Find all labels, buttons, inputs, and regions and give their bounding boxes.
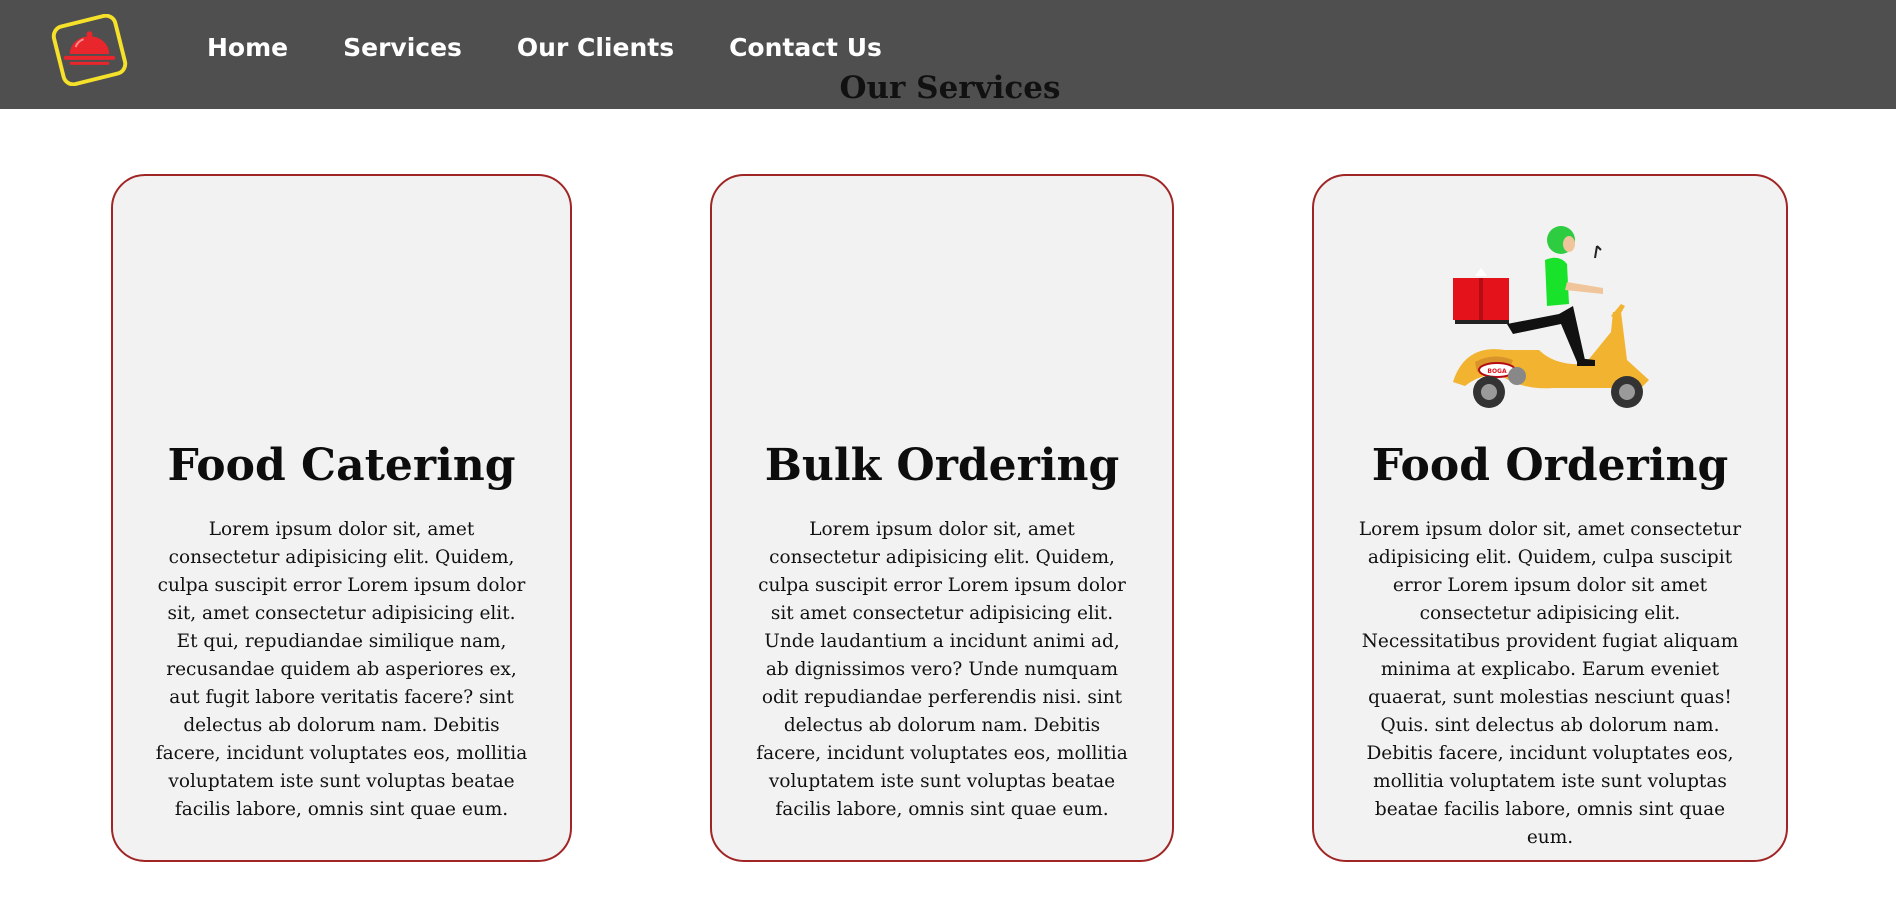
card-description: Lorem ipsum dolor sit, amet consectetur … — [155, 519, 528, 820]
service-card-food-catering: Food Catering Lorem ipsum dolor sit, ame… — [111, 174, 572, 862]
card-title: Food Catering — [167, 440, 516, 491]
service-card-food-ordering: BOGA Food Ordering Lorem ipsum dolor sit… — [1312, 174, 1788, 862]
card-title: Food Ordering — [1371, 440, 1729, 491]
nav-link-our-clients[interactable]: Our Clients — [517, 33, 674, 62]
section-title: Our Services — [839, 70, 1061, 106]
svg-text:BOGA: BOGA — [1487, 368, 1507, 375]
card-title: Bulk Ordering — [764, 440, 1120, 491]
service-card-bulk-ordering: Bulk Ordering Lorem ipsum dolor sit, ame… — [710, 174, 1174, 862]
card-description: Lorem ipsum dolor sit, amet consectetur … — [1358, 519, 1742, 848]
card-description: Lorem ipsum dolor sit, amet consectetur … — [756, 519, 1128, 820]
main-nav: Home Services Our Clients Contact Us — [207, 33, 882, 62]
nav-link-home[interactable]: Home — [207, 33, 288, 62]
delivery-scooter-rider-icon: BOGA — [1453, 226, 1649, 408]
nav-link-contact-us[interactable]: Contact Us — [729, 33, 882, 62]
nav-link-services[interactable]: Services — [343, 33, 462, 62]
